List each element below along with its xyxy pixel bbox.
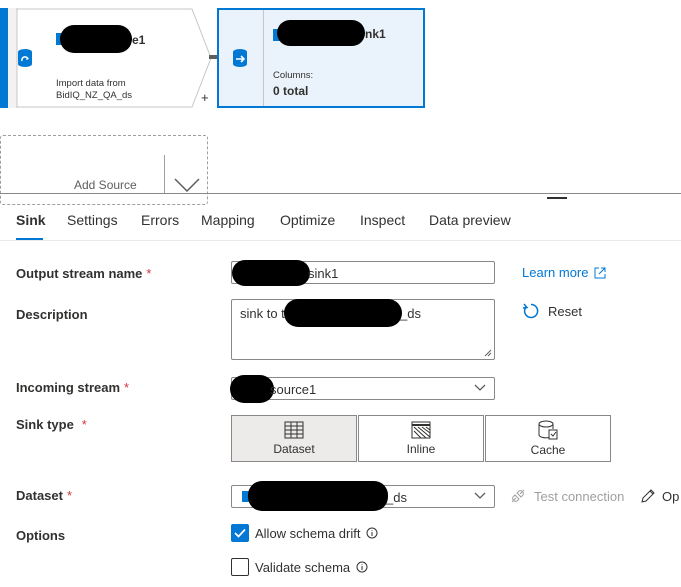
sink-type-inline[interactable]: Inline [358, 415, 484, 462]
tab-sink[interactable]: Sink [16, 212, 46, 228]
tab-settings[interactable]: Settings [67, 212, 118, 228]
checkbox-checked[interactable] [231, 524, 249, 542]
output-stream-input[interactable]: sink1 [231, 260, 495, 286]
reset-icon [522, 303, 539, 319]
redaction [230, 375, 274, 403]
options-label: Options [16, 528, 66, 543]
sink-type-label: Sink type * [16, 417, 87, 432]
tab-mapping[interactable]: Mapping [201, 212, 255, 228]
chevron-down-icon[interactable] [174, 178, 200, 197]
incoming-stream-label: Incoming stream * [16, 380, 130, 395]
reset-label: Reset [548, 303, 582, 319]
tab-inspect[interactable]: Inspect [360, 212, 405, 228]
sink-type-dataset[interactable]: Dataset [231, 415, 357, 462]
test-connection-label: Test connection [534, 488, 625, 504]
redaction [277, 20, 365, 46]
sink-node[interactable]: nk1 Columns: 0 total [217, 8, 425, 108]
inline-icon [411, 421, 431, 439]
output-stream-value: sink1 [308, 266, 339, 281]
description-textarea[interactable]: sink to t _ds [231, 299, 495, 360]
sink-node-title: nk1 [365, 27, 386, 41]
splitter-handle[interactable] [547, 197, 567, 199]
tab-errors[interactable]: Errors [141, 212, 179, 228]
info-icon[interactable] [366, 527, 378, 539]
source-transform-icon [16, 48, 34, 73]
source-node[interactable]: e1 Import data from BidIQ_NZ_QA_ds [0, 8, 212, 108]
sink-icon [233, 49, 247, 67]
dataset-dropdown[interactable]: _ds [231, 481, 495, 511]
validate-schema-label: Validate schema [255, 559, 351, 575]
dataset-value: _ds [386, 490, 407, 505]
panel-splitter[interactable] [0, 193, 681, 194]
redaction [60, 25, 132, 53]
sink-type-inline-label: Inline [406, 442, 436, 456]
sink-columns-label: Columns: [273, 70, 314, 81]
checkmark-icon [234, 528, 246, 538]
plug-icon [511, 489, 525, 503]
open-button[interactable]: Op [640, 488, 679, 504]
source-node-subtitle-2: BidIQ_NZ_QA_ds [56, 90, 133, 101]
sink-type-cache-label: Cache [530, 443, 566, 457]
validate-schema-checkbox[interactable]: Validate schema [231, 558, 368, 576]
sink-node-strip [219, 10, 264, 106]
info-icon[interactable] [356, 561, 368, 573]
description-value-prefix: sink to t [240, 306, 285, 321]
tab-data-preview[interactable]: Data preview [429, 212, 511, 228]
add-source-label[interactable]: Add Source [74, 178, 137, 192]
checkbox-unchecked[interactable] [231, 558, 249, 576]
sink-type-cache[interactable]: Cache [485, 415, 611, 462]
output-stream-label: Output stream name * [16, 266, 152, 281]
incoming-stream-dropdown[interactable]: source1 [230, 375, 495, 403]
dataset-label: Dataset * [16, 488, 73, 503]
description-label: Description [16, 307, 88, 322]
tab-bar: Sink Settings Errors Mapping Optimize In… [0, 212, 681, 240]
tab-divider [0, 240, 681, 241]
pencil-icon [641, 489, 655, 503]
sink-columns-value: 0 total [273, 84, 309, 98]
chevron-down-icon [474, 384, 486, 391]
incoming-stream-value: source1 [270, 382, 317, 397]
resize-grip-icon[interactable] [484, 349, 492, 357]
redaction [284, 299, 402, 327]
source-node-subtitle-1: Import data from [56, 78, 126, 89]
redaction [248, 481, 388, 511]
add-transform-plus[interactable]: + [201, 90, 209, 105]
table-icon [284, 421, 304, 439]
open-label: Op [662, 488, 680, 504]
test-connection-button[interactable]: Test connection [510, 488, 624, 504]
cache-icon [538, 420, 558, 440]
allow-schema-drift-label: Allow schema drift [255, 525, 361, 541]
allow-schema-drift-checkbox[interactable]: Allow schema drift [231, 524, 378, 542]
chevron-down-icon [474, 492, 486, 499]
description-value-suffix: _ds [400, 306, 421, 321]
sink-type-dataset-label: Dataset [273, 442, 315, 456]
tab-optimize[interactable]: Optimize [280, 212, 335, 228]
redaction [232, 260, 310, 286]
source-node-title: e1 [132, 33, 146, 47]
reset-button[interactable]: Reset [522, 302, 582, 320]
learn-more-link[interactable]: Learn more [522, 265, 606, 280]
external-link-icon [594, 267, 606, 278]
add-source-divider [164, 155, 165, 193]
